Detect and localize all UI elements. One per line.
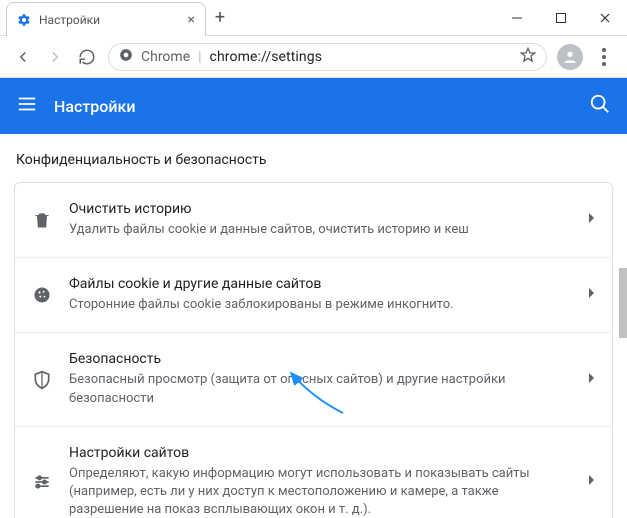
- window-titlebar: Настройки × +: [0, 0, 627, 36]
- row-subtitle: Определяют, какую информацию могут испол…: [69, 465, 572, 518]
- row-title: Настройки сайтов: [69, 445, 572, 461]
- appbar-title: Настройки: [54, 97, 573, 116]
- row-subtitle: Безопасный просмотр (защита от опасных с…: [69, 371, 572, 407]
- tab-title: Настройки: [39, 13, 180, 27]
- url-divider: |: [198, 49, 201, 65]
- new-tab-button[interactable]: +: [206, 0, 234, 35]
- close-window-button[interactable]: [583, 0, 627, 36]
- row-subtitle: Сторонние файлы cookie заблокированы в р…: [69, 296, 572, 314]
- profile-avatar[interactable]: [557, 44, 583, 70]
- maximize-button[interactable]: [539, 0, 583, 36]
- address-bar[interactable]: Chrome | chrome://settings: [108, 43, 547, 71]
- privacy-card: Очистить историю Удалить файлы cookie и …: [14, 182, 613, 518]
- reload-button[interactable]: [76, 46, 98, 68]
- chrome-product-icon: [119, 48, 133, 66]
- menu-icon[interactable]: [16, 93, 38, 119]
- row-subtitle: Удалить файлы cookie и данные сайтов, оч…: [69, 221, 572, 239]
- browser-tab[interactable]: Настройки ×: [6, 2, 206, 36]
- shield-icon: [31, 369, 53, 391]
- row-security[interactable]: Безопасность Безопасный просмотр (защита…: [15, 333, 612, 426]
- row-title: Безопасность: [69, 351, 572, 367]
- scrollbar-thumb[interactable]: [619, 268, 627, 338]
- url-prefix: Chrome: [141, 49, 190, 65]
- chevron-right-icon: [588, 212, 596, 228]
- section-heading: Конфиденциальность и безопасность: [0, 134, 627, 182]
- browser-toolbar: Chrome | chrome://settings: [0, 36, 627, 78]
- row-title: Очистить историю: [69, 201, 572, 217]
- browser-menu-button[interactable]: [593, 48, 615, 66]
- forward-button[interactable]: [44, 46, 66, 68]
- row-title: Файлы cookie и другие данные сайтов: [69, 276, 572, 292]
- chevron-right-icon: [588, 372, 596, 388]
- sliders-icon: [31, 471, 53, 493]
- bookmark-star-icon[interactable]: [520, 47, 536, 67]
- gear-icon: [17, 13, 31, 27]
- minimize-button[interactable]: [495, 0, 539, 36]
- close-icon[interactable]: ×: [188, 13, 195, 27]
- back-button[interactable]: [12, 46, 34, 68]
- cookie-icon: [31, 284, 53, 306]
- window-controls: [495, 0, 627, 36]
- row-site-settings[interactable]: Настройки сайтов Определяют, какую инфор…: [15, 427, 612, 518]
- settings-content[interactable]: Конфиденциальность и безопасность Очисти…: [0, 134, 627, 518]
- trash-icon: [31, 209, 53, 231]
- search-icon[interactable]: [589, 93, 611, 119]
- row-cookies[interactable]: Файлы cookie и другие данные сайтов Стор…: [15, 258, 612, 333]
- settings-appbar: Настройки: [0, 78, 627, 134]
- chevron-right-icon: [588, 474, 596, 490]
- url-text: chrome://settings: [210, 49, 512, 65]
- chevron-right-icon: [588, 287, 596, 303]
- row-clear-browsing-data[interactable]: Очистить историю Удалить файлы cookie и …: [15, 183, 612, 258]
